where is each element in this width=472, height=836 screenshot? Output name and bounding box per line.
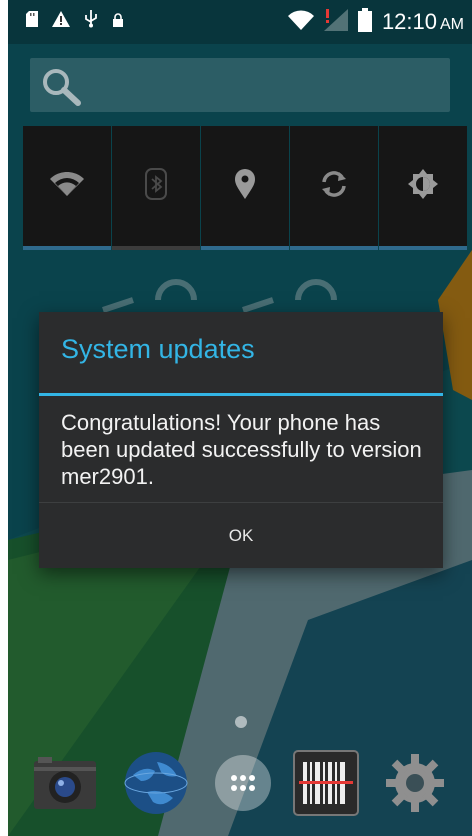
clock-time: 12:10 [381,9,437,34]
barcode-scanner-icon [293,750,359,820]
browser-globe-icon [123,750,189,820]
sync-toggle[interactable] [290,126,378,250]
settings-app[interactable] [380,750,450,820]
clock-ampm: AM [440,16,464,33]
app-drawer-button[interactable] [208,750,278,820]
location-icon [235,169,255,203]
location-toggle[interactable] [201,126,289,250]
camera-app[interactable] [30,750,100,820]
brightness-toggle[interactable] [379,126,467,250]
browser-app[interactable] [121,750,191,820]
lock-icon [112,12,124,31]
status-bar: 12:10 AM [8,0,472,44]
page-indicator [235,716,247,728]
status-clock: 12:10 AM [382,9,464,35]
dialog-title-divider [39,393,443,396]
phone-screen: 12:10 AM System updates Congratulations!… [8,0,472,836]
wifi-icon [287,10,314,34]
bluetooth-icon [145,168,167,204]
warning-icon [52,11,70,31]
wifi-toggle[interactable] [23,126,111,250]
barcode-scanner-app[interactable] [291,750,361,820]
wifi-icon [50,171,84,200]
search-bar[interactable] [30,58,450,112]
sync-icon [319,169,349,203]
bluetooth-toggle[interactable] [112,126,200,250]
usb-icon [84,10,98,32]
camera-icon [32,755,98,815]
settings-gear-icon [384,752,446,818]
dialog-title: System updates [61,334,255,364]
battery-icon [357,8,372,36]
system-updates-dialog: System updates Congratulations! Your pho… [39,312,443,568]
app-drawer-icon [214,754,272,816]
power-control-widget [23,126,472,250]
sd-card-icon [26,11,38,31]
search-icon[interactable] [40,66,84,110]
signal-no-service-icon [323,9,348,35]
brightness-icon [408,169,438,203]
dock [8,750,472,830]
dialog-message: Congratulations! Your phone has been upd… [61,410,422,489]
ok-button[interactable]: OK [39,503,443,568]
